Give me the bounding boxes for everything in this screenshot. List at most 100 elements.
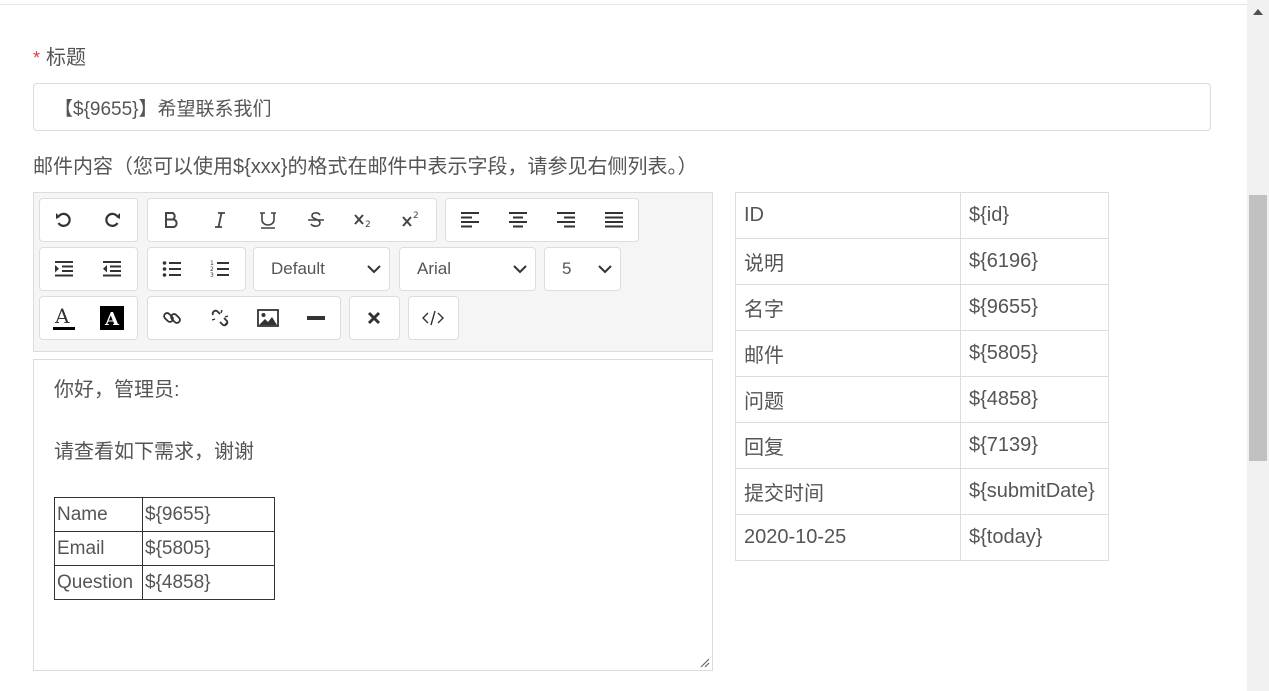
image-button[interactable] (244, 297, 292, 339)
field-var: ${5805} (960, 330, 1109, 377)
table-row: 2020-10-25 ${today} (735, 514, 1109, 561)
align-left-icon (461, 212, 479, 228)
row-label: Email (54, 531, 143, 566)
scroll-up-arrow-icon[interactable] (1247, 8, 1269, 24)
content-label: 邮件内容（您可以使用${xxx}的格式在邮件中表示字段，请参见右侧列表。） (33, 156, 698, 178)
insert-group (147, 296, 341, 340)
bold-icon (165, 212, 178, 228)
field-name: 2020-10-25 (735, 514, 961, 561)
outdent-button[interactable] (88, 248, 136, 290)
vertical-scrollbar[interactable] (1247, 0, 1269, 691)
table-row: 邮件 ${5805} (735, 330, 1109, 377)
strikethrough-button[interactable] (292, 199, 340, 241)
email-fields-table: Name ${9655} Email ${5805} Question ${48… (54, 497, 275, 600)
table-row: Question ${4858} (54, 565, 275, 600)
field-reference-table: ID ${id} 说明 ${6196} 名字 ${9655} 邮件 ${5805} 问题… (735, 192, 1109, 561)
table-row: 回复 ${7139} (735, 422, 1109, 469)
chevron-down-icon (513, 264, 527, 274)
bold-button[interactable] (148, 199, 196, 241)
history-group (39, 198, 138, 242)
field-name: ID (735, 192, 961, 239)
source-code-button[interactable] (409, 297, 457, 339)
numbered-list-icon: 123 (210, 260, 229, 279)
link-button[interactable] (148, 297, 196, 339)
row-label: Question (54, 565, 143, 600)
editor-toolbar: 2 2 123 Default Arial 5 A A (33, 192, 713, 352)
table-row: Name ${9655} (54, 497, 275, 532)
field-name: 名字 (735, 284, 961, 331)
chevron-down-icon (367, 264, 381, 274)
svg-text:A: A (54, 305, 70, 328)
subscript-button[interactable]: 2 (340, 199, 388, 241)
align-group (445, 198, 639, 242)
clear-format-button[interactable] (350, 297, 398, 339)
table-row: 名字 ${9655} (735, 284, 1109, 331)
underline-button[interactable] (244, 199, 292, 241)
font-color-button[interactable]: A (40, 297, 88, 339)
unlink-icon (211, 309, 229, 327)
align-right-button[interactable] (542, 199, 590, 241)
close-icon (367, 311, 381, 325)
field-name: 问题 (735, 376, 961, 423)
row-value: ${5805} (142, 531, 275, 566)
font-size-select[interactable]: Default (253, 247, 390, 291)
unlink-button[interactable] (196, 297, 244, 339)
title-label: 标题 (46, 47, 87, 69)
undo-button[interactable] (40, 199, 88, 241)
italic-icon (215, 212, 225, 228)
field-var: ${submitDate} (960, 468, 1109, 515)
resize-handle-icon[interactable] (698, 656, 710, 668)
field-name: 邮件 (735, 330, 961, 377)
align-left-button[interactable] (446, 199, 494, 241)
background-color-icon: A (100, 306, 124, 330)
redo-button[interactable] (88, 199, 136, 241)
horizontal-rule-icon (307, 316, 325, 320)
code-icon (422, 310, 444, 326)
list-group: 123 (147, 247, 246, 291)
font-number-select[interactable]: 5 (544, 247, 621, 291)
numbered-list-button[interactable]: 123 (196, 248, 244, 290)
email-body-editor[interactable]: 你好，管理员: 请查看如下需求，谢谢 Name ${9655} Email ${… (33, 359, 713, 671)
title-label-row: * 标题 (33, 41, 86, 70)
table-row: 说明 ${6196} (735, 238, 1109, 285)
font-size-value: Default (271, 259, 325, 278)
font-number-value: 5 (562, 259, 572, 278)
clear-group (349, 296, 400, 340)
field-name: 说明 (735, 238, 961, 285)
color-group: A A (39, 296, 138, 340)
align-right-icon (557, 212, 575, 228)
font-family-select[interactable]: Arial (399, 247, 536, 291)
greeting-text: 你好，管理员: (54, 379, 180, 401)
font-family-value: Arial (417, 259, 452, 278)
field-var: ${4858} (960, 376, 1109, 423)
font-color-icon: A (53, 305, 75, 330)
field-var: ${today} (960, 514, 1109, 561)
table-row: Email ${5805} (54, 531, 275, 566)
align-justify-icon (605, 212, 623, 228)
indent-button[interactable] (40, 248, 88, 290)
align-center-button[interactable] (494, 199, 542, 241)
scrollbar-thumb[interactable] (1249, 195, 1267, 461)
align-center-icon (509, 212, 527, 228)
superscript-icon: 2 (402, 211, 419, 227)
horizontal-rule-button[interactable] (292, 297, 340, 339)
table-row: 问题 ${4858} (735, 376, 1109, 423)
superscript-button[interactable]: 2 (388, 199, 436, 241)
code-group (408, 296, 459, 340)
field-var: ${9655} (960, 284, 1109, 331)
background-color-button[interactable]: A (88, 297, 136, 339)
title-input[interactable] (33, 83, 1211, 131)
bullet-list-button[interactable] (148, 248, 196, 290)
undo-icon (56, 212, 71, 227)
row-label: Name (54, 497, 143, 532)
row-value: ${4858} (142, 565, 275, 600)
svg-text:A: A (104, 309, 120, 330)
top-divider (0, 4, 1247, 5)
row-value: ${9655} (142, 497, 275, 532)
svg-text:3: 3 (210, 272, 214, 279)
field-var: ${7139} (960, 422, 1109, 469)
image-icon (257, 309, 279, 327)
align-justify-button[interactable] (590, 199, 638, 241)
italic-button[interactable] (196, 199, 244, 241)
bullet-list-icon (162, 261, 181, 277)
